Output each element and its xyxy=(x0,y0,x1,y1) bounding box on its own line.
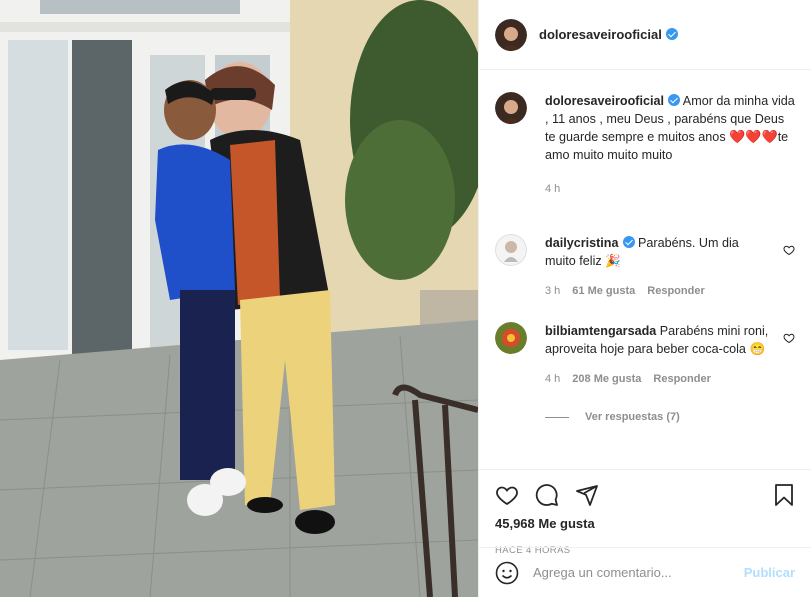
comment-time[interactable]: 4 h xyxy=(545,370,560,388)
party-emoji: 🎉 xyxy=(605,254,621,268)
comments-list: doloresaveirooficial Amor da minha vida … xyxy=(479,70,811,469)
comment-likes[interactable]: 61 Me gusta xyxy=(572,282,635,300)
publish-button[interactable]: Publicar xyxy=(744,565,795,580)
comment-username[interactable]: bilbiamtengarsada xyxy=(545,324,656,338)
author-username[interactable]: doloresaveirooficial xyxy=(539,27,678,42)
post-photo[interactable] xyxy=(0,0,478,597)
comment-like-icon[interactable] xyxy=(783,332,795,344)
author-username-label[interactable]: doloresaveirooficial xyxy=(539,27,662,42)
caption-avatar[interactable] xyxy=(495,92,527,124)
emoji-icon[interactable] xyxy=(495,561,519,585)
comment-icon[interactable] xyxy=(535,483,559,507)
verified-badge-icon xyxy=(622,236,635,248)
share-icon[interactable] xyxy=(575,483,599,507)
view-replies[interactable]: Ver respuestas (7) xyxy=(545,408,771,426)
reply-button[interactable]: Responder xyxy=(647,282,704,300)
comment-avatar[interactable] xyxy=(495,322,527,354)
verified-badge-icon xyxy=(665,28,678,40)
caption-hearts: ❤️❤️❤️ xyxy=(729,129,778,144)
comment-item: bilbiamtengarsada Parabéns mini roni, ap… xyxy=(495,322,795,426)
heart-icon[interactable] xyxy=(495,483,519,507)
author-avatar[interactable] xyxy=(495,18,527,51)
verified-badge-icon xyxy=(667,94,680,106)
comment-likes[interactable]: 208 Me gusta xyxy=(572,370,641,388)
comment-time[interactable]: 3 h xyxy=(545,282,560,300)
reply-button[interactable]: Responder xyxy=(653,370,710,388)
post-header: doloresaveirooficial xyxy=(479,0,811,70)
caption-time[interactable]: 4 h xyxy=(545,180,560,198)
add-comment-bar: Agrega un comentario... Publicar xyxy=(479,547,811,597)
comment-avatar[interactable] xyxy=(495,234,527,266)
comment-username[interactable]: dailycristina xyxy=(545,236,619,250)
replies-divider xyxy=(545,416,569,418)
likes-count[interactable]: 45,968 Me gusta xyxy=(495,516,795,531)
caption: doloresaveirooficial Amor da minha vida … xyxy=(495,92,795,198)
photo-illustration xyxy=(0,0,478,597)
comment-item: dailycristina Parabéns. Um dia muito fel… xyxy=(495,234,795,300)
caption-username[interactable]: doloresaveirooficial xyxy=(545,94,664,108)
comment-like-icon[interactable] xyxy=(783,244,795,256)
bookmark-icon[interactable] xyxy=(773,483,795,507)
view-replies-button[interactable]: Ver respuestas (7) xyxy=(585,408,680,426)
grin-emoji: 😁 xyxy=(749,342,766,356)
post-panel: doloresaveirooficial doloresaveirooficia… xyxy=(478,0,811,597)
comment-input[interactable]: Agrega un comentario... xyxy=(533,565,744,580)
